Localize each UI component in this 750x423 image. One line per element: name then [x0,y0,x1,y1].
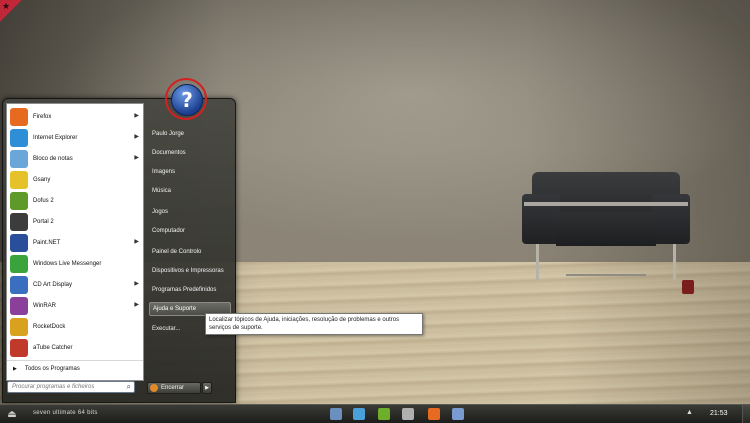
power-icon [150,384,158,392]
program-item[interactable]: Gsany [7,169,143,190]
program-item[interactable]: Bloco de notas ▶ [7,148,143,169]
mug-image [682,280,694,294]
tooltip: Localizar tópicos de Ajuda, iniciações, … [205,313,423,335]
notepad-icon [10,149,28,168]
rocketdock-icon [10,317,28,336]
music-icon[interactable] [353,408,365,420]
program-item[interactable]: aTube Catcher [7,337,143,358]
program-item[interactable]: Dofus 2 [7,190,143,211]
program-label: Portal 2 [33,218,54,225]
program-item[interactable]: Paint.NET ▶ [7,232,143,253]
submenu-arrow-icon[interactable]: ▶ [134,238,139,245]
atube-catcher-icon [10,338,28,357]
program-item[interactable]: WinRAR ▶ [7,295,143,316]
program-label: aTube Catcher [33,344,73,351]
submenu-arrow-icon[interactable]: ▶ [134,280,139,287]
start-menu-link[interactable]: Computador [149,224,231,238]
start-menu-link[interactable]: Imagens [149,165,231,179]
search-input[interactable]: Procurar programas e ficheiros ⌕ [7,381,135,393]
clock[interactable]: 21:53 [710,410,728,417]
firefox-icon[interactable] [428,408,440,420]
program-label: Gsany [33,176,51,183]
show-desktop-button[interactable] [742,405,750,423]
messenger-icon [10,254,28,273]
program-label: Windows Live Messenger [33,260,102,267]
program-label: CD Art Display [33,281,73,288]
monitor-icon[interactable] [330,408,342,420]
program-item[interactable]: Firefox ▶ [7,106,143,127]
armchair-image [522,172,690,287]
nvidia-icon[interactable] [378,408,390,420]
program-item[interactable]: RocketDock [7,316,143,337]
paint-net-icon [10,233,28,252]
portal-icon [10,212,28,231]
shutdown-button[interactable]: Encerrar ▶ [147,382,212,394]
program-label: Firefox [33,113,52,120]
all-programs-button[interactable]: ▶ Todos os Programas [7,360,143,377]
help-icon: ? [171,84,203,116]
submenu-arrow-icon[interactable]: ▶ [134,133,139,140]
start-menu-link[interactable]: Dispositivos e Impressoras [149,264,231,278]
winrar-icon [10,296,28,315]
start-menu-link[interactable]: Painel de Controlo [149,245,231,259]
submenu-arrow-icon[interactable]: ▶ [134,154,139,161]
cd-art-display-icon [10,275,28,294]
start-menu-link[interactable]: Jogos [149,205,231,219]
shutdown-options-arrow-icon[interactable]: ▶ [202,382,212,394]
gsany-icon [10,170,28,189]
program-item[interactable]: Windows Live Messenger [7,253,143,274]
program-label: Paint.NET [33,239,61,246]
tray-expand-icon[interactable]: ▲ [686,409,693,416]
start-menu-link[interactable]: Música [149,184,231,198]
taskbar: ⏏ seven ultimate 64 bits ▲ 21:53 [0,404,750,423]
program-label: Dofus 2 [33,197,54,204]
dofus-egg-icon [10,191,28,210]
corner-star-badge: ★ [0,0,22,22]
program-item[interactable]: Internet Explorer ▶ [7,127,143,148]
taskbar-label: seven ultimate 64 bits [33,410,98,416]
program-item[interactable]: CD Art Display ▶ [7,274,143,295]
programs-pane: Firefox ▶ Internet Explorer ▶ Bloco de notas… [6,103,144,381]
internet-explorer-icon [10,128,28,147]
program-label: RocketDock [33,323,66,330]
firefox-icon [10,107,28,126]
start-menu-link[interactable]: Documentos [149,146,231,160]
start-menu: Firefox ▶ Internet Explorer ▶ Bloco de notas… [2,98,236,403]
start-button[interactable]: ⏏ [5,407,19,421]
search-icon[interactable]: ⌕ [127,382,131,392]
explorer-icon[interactable] [452,408,464,420]
program-label: Bloco de notas [33,155,73,162]
submenu-arrow-icon[interactable]: ▶ [134,301,139,308]
start-menu-link[interactable]: Paulo Jorge [149,127,231,141]
program-item[interactable]: Portal 2 [7,211,143,232]
start-menu-link[interactable]: Programas Predefinidos [149,283,231,297]
program-label: WinRAR [33,302,57,309]
tools-icon[interactable] [402,408,414,420]
program-label: Internet Explorer [33,134,78,141]
submenu-arrow-icon[interactable]: ▶ [134,112,139,119]
triangle-right-icon: ▶ [13,366,17,372]
